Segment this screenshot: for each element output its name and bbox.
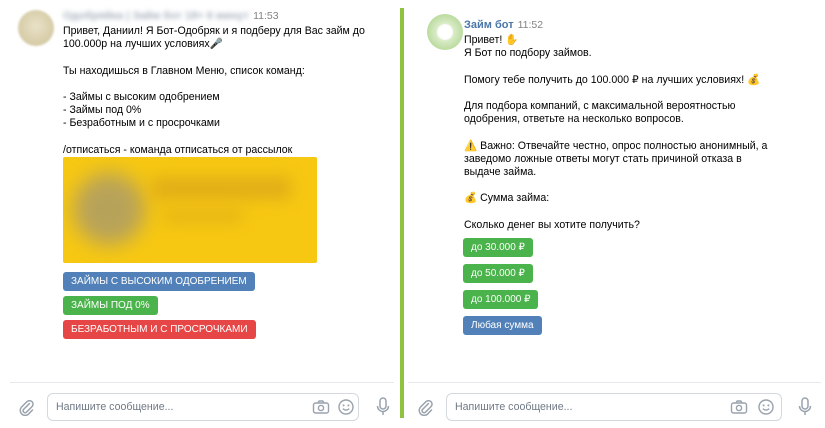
message-input-placeholder: Напишите сообщение... <box>455 401 573 413</box>
attached-image[interactable] <box>63 157 317 263</box>
left-chat-panel: Одобряйка | Займ бот 18+ 6 минут 11:53 Пр… <box>0 0 400 428</box>
paperclip-icon[interactable] <box>17 398 35 416</box>
keyboard-button-100000[interactable]: до 100.000 ₽ <box>463 290 539 309</box>
bot-avatar[interactable] <box>427 14 463 50</box>
message-input-placeholder: Напишите сообщение... <box>56 401 174 413</box>
keyboard-button-high-approval[interactable]: ЗАЙМЫ С ВЫСОКИМ ОДОБРЕНИЕМ <box>63 272 255 291</box>
microphone-icon[interactable] <box>796 396 814 418</box>
emoji-icon[interactable] <box>757 398 775 416</box>
message-text: Привет! ✋ Я Бот по подбору займов. Помог… <box>464 34 768 231</box>
message-input[interactable]: Напишите сообщение... <box>47 393 359 421</box>
camera-icon[interactable] <box>312 399 330 415</box>
sender-avatar[interactable] <box>18 10 54 46</box>
message-header: Займ бот 11:52 <box>464 19 543 31</box>
keyboard-button-30000[interactable]: до 30.000 ₽ <box>463 238 533 257</box>
message-input[interactable]: Напишите сообщение... <box>446 393 782 421</box>
right-chat-panel: Займ бот 11:52 Привет! ✋ Я Бот по подбору… <box>404 0 825 428</box>
keyboard-button-any-amount[interactable]: Любая сумма <box>463 316 542 335</box>
emoji-icon[interactable] <box>337 398 355 416</box>
message-header: Одобряйка | Займ бот 18+ 6 минут 11:53 <box>63 10 279 22</box>
keyboard-button-zero-percent[interactable]: ЗАЙМЫ ПОД 0% <box>63 296 158 315</box>
composer-divider <box>408 382 821 383</box>
sender-name[interactable]: Займ бот <box>464 19 514 31</box>
microphone-icon[interactable] <box>374 396 392 418</box>
message-time: 11:53 <box>253 10 279 23</box>
keyboard-button-50000[interactable]: до 50.000 ₽ <box>463 264 533 283</box>
paperclip-icon[interactable] <box>416 398 434 416</box>
sender-name[interactable]: Одобряйка | Займ бот 18+ 6 минут <box>63 10 249 22</box>
keyboard-button-unemployed[interactable]: БЕЗРАБОТНЫМ И С ПРОСРОЧКАМИ <box>63 320 256 339</box>
message-text: Привет, Даниил! Я Бот-Одобряк и я подбер… <box>63 25 365 156</box>
camera-icon[interactable] <box>730 399 748 415</box>
message-time: 11:52 <box>517 19 544 32</box>
composer-divider <box>10 382 394 383</box>
